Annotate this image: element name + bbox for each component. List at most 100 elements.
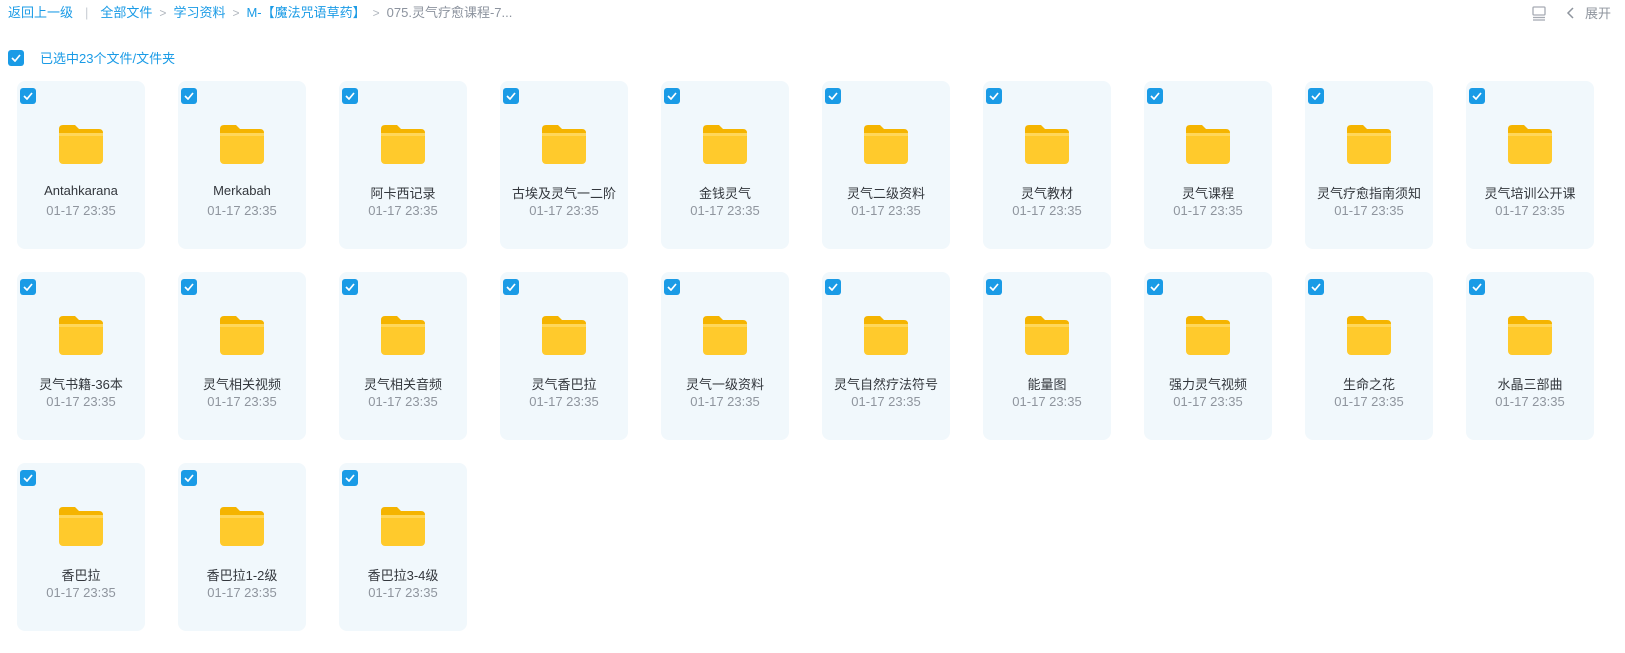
folder-date: 01-17 23:35 <box>46 203 116 218</box>
folder-name: 灵气二级资料 <box>846 186 925 201</box>
folder-icon <box>540 123 588 165</box>
back-link[interactable]: 返回上一级 <box>8 4 73 22</box>
folder-tile[interactable]: 阿卡西记录 01-17 23:35 <box>339 81 467 249</box>
folder-name: 生命之花 <box>1342 377 1395 392</box>
breadcrumb-separator: > <box>232 6 240 20</box>
folder-icon <box>57 505 105 547</box>
folder-tile[interactable]: 灵气培训公开课 01-17 23:35 <box>1466 81 1594 249</box>
folder-checkbox[interactable] <box>181 470 197 486</box>
folder-name: 灵气培训公开课 <box>1484 186 1576 201</box>
breadcrumb-separator: > <box>372 6 380 20</box>
folder-checkbox[interactable] <box>1308 88 1324 104</box>
folder-checkbox[interactable] <box>503 279 519 295</box>
folder-icon <box>862 314 910 356</box>
folder-checkbox[interactable] <box>20 470 36 486</box>
folder-date: 01-17 23:35 <box>1495 203 1565 218</box>
folder-checkbox[interactable] <box>342 279 358 295</box>
folder-tile[interactable]: 灵气课程 01-17 23:35 <box>1144 81 1272 249</box>
folder-icon <box>57 314 105 356</box>
folder-checkbox[interactable] <box>1469 279 1485 295</box>
folder-tile[interactable]: 古埃及灵气一二阶 01-17 23:35 <box>500 81 628 249</box>
folder-date: 01-17 23:35 <box>1495 394 1565 409</box>
folder-name: 灵气相关音频 <box>363 377 442 392</box>
folder-checkbox[interactable] <box>342 88 358 104</box>
folder-tile[interactable]: 金钱灵气 01-17 23:35 <box>661 81 789 249</box>
folder-checkbox[interactable] <box>1147 88 1163 104</box>
folder-checkbox[interactable] <box>20 279 36 295</box>
folder-icon <box>218 123 266 165</box>
folder-checkbox[interactable] <box>181 279 197 295</box>
selection-count: 已选中23个文件/文件夹 <box>40 51 176 66</box>
breadcrumb-item-magic-folder[interactable]: M-【魔法咒语草药】 <box>246 4 365 22</box>
folder-tile[interactable]: 灵气相关视频 01-17 23:35 <box>178 272 306 440</box>
folder-icon <box>1023 314 1071 356</box>
folder-checkbox[interactable] <box>825 279 841 295</box>
folder-tile[interactable]: 灵气疗愈指南须知 01-17 23:35 <box>1305 81 1433 249</box>
folder-tile[interactable]: 灵气自然疗法符号 01-17 23:35 <box>822 272 950 440</box>
folder-date: 01-17 23:35 <box>368 585 438 600</box>
folder-checkbox[interactable] <box>342 470 358 486</box>
folder-icon <box>1184 314 1232 356</box>
folder-checkbox[interactable] <box>664 279 680 295</box>
folder-icon <box>218 314 266 356</box>
folder-name: 灵气香巴拉 <box>531 377 597 392</box>
folder-name: 灵气教材 <box>1020 186 1073 201</box>
select-all-checkbox[interactable] <box>8 49 24 66</box>
expand-button[interactable]: 展开 <box>1585 3 1611 22</box>
top-bar: 返回上一级 | 全部文件 > 学习资料 > M-【魔法咒语草药】 > 075.灵… <box>0 0 1625 26</box>
folder-tile[interactable]: Antahkarana 01-17 23:35 <box>17 81 145 249</box>
folder-tile[interactable]: 灵气香巴拉 01-17 23:35 <box>500 272 628 440</box>
folder-tile[interactable]: 强力灵气视频 01-17 23:35 <box>1144 272 1272 440</box>
folder-checkbox[interactable] <box>503 88 519 104</box>
folder-name: 香巴拉 <box>61 568 101 583</box>
folder-icon <box>1506 314 1554 356</box>
top-right-controls: 展开 <box>1531 3 1611 22</box>
folder-icon <box>218 505 266 547</box>
breadcrumb-item-study-materials[interactable]: 学习资料 <box>173 4 225 22</box>
folder-icon <box>1023 123 1071 165</box>
folder-tile[interactable]: 香巴拉1-2级 01-17 23:35 <box>178 463 306 631</box>
list-view-icon[interactable] <box>1531 5 1547 21</box>
folder-checkbox[interactable] <box>986 88 1002 104</box>
folder-date: 01-17 23:35 <box>207 203 277 218</box>
folder-date: 01-17 23:35 <box>851 203 921 218</box>
check-icon <box>11 53 21 62</box>
folder-checkbox[interactable] <box>1308 279 1324 295</box>
chevron-left-icon[interactable] <box>1565 6 1577 20</box>
folder-name: 灵气自然疗法符号 <box>833 377 938 392</box>
folder-checkbox[interactable] <box>1469 88 1485 104</box>
breadcrumb-item-all-files[interactable]: 全部文件 <box>100 4 152 22</box>
folder-date: 01-17 23:35 <box>1334 394 1404 409</box>
folder-name: 灵气疗愈指南须知 <box>1316 186 1421 201</box>
folder-name: Merkabah <box>213 183 271 198</box>
folder-date: 01-17 23:35 <box>690 394 760 409</box>
folder-date: 01-17 23:35 <box>1334 203 1404 218</box>
folder-name: 香巴拉3-4级 <box>367 568 439 583</box>
folder-name: 古埃及灵气一二阶 <box>511 186 616 201</box>
folder-tile[interactable]: 能量图 01-17 23:35 <box>983 272 1111 440</box>
folder-checkbox[interactable] <box>20 88 36 104</box>
folder-name: 阿卡西记录 <box>370 186 436 201</box>
folder-tile[interactable]: 香巴拉3-4级 01-17 23:35 <box>339 463 467 631</box>
folder-date: 01-17 23:35 <box>529 203 599 218</box>
folder-name: 香巴拉1-2级 <box>206 568 278 583</box>
folder-tile[interactable]: 灵气教材 01-17 23:35 <box>983 81 1111 249</box>
folder-checkbox[interactable] <box>181 88 197 104</box>
folder-tile[interactable]: 香巴拉 01-17 23:35 <box>17 463 145 631</box>
folder-tile[interactable]: 生命之花 01-17 23:35 <box>1305 272 1433 440</box>
folder-tile[interactable]: 灵气二级资料 01-17 23:35 <box>822 81 950 249</box>
folder-tile[interactable]: 水晶三部曲 01-17 23:35 <box>1466 272 1594 440</box>
folder-checkbox[interactable] <box>825 88 841 104</box>
folder-tile[interactable]: 灵气相关音频 01-17 23:35 <box>339 272 467 440</box>
folder-tile[interactable]: Merkabah 01-17 23:35 <box>178 81 306 249</box>
folder-name: 灵气书籍-36本 <box>39 377 123 392</box>
folder-name: Antahkarana <box>44 183 118 198</box>
folder-date: 01-17 23:35 <box>1012 203 1082 218</box>
folder-tile[interactable]: 灵气书籍-36本 01-17 23:35 <box>17 272 145 440</box>
folder-checkbox[interactable] <box>1147 279 1163 295</box>
folder-name: 能量图 <box>1027 377 1067 392</box>
folder-checkbox[interactable] <box>664 88 680 104</box>
folder-checkbox[interactable] <box>986 279 1002 295</box>
folder-name: 灵气课程 <box>1181 186 1234 201</box>
folder-tile[interactable]: 灵气一级资料 01-17 23:35 <box>661 272 789 440</box>
